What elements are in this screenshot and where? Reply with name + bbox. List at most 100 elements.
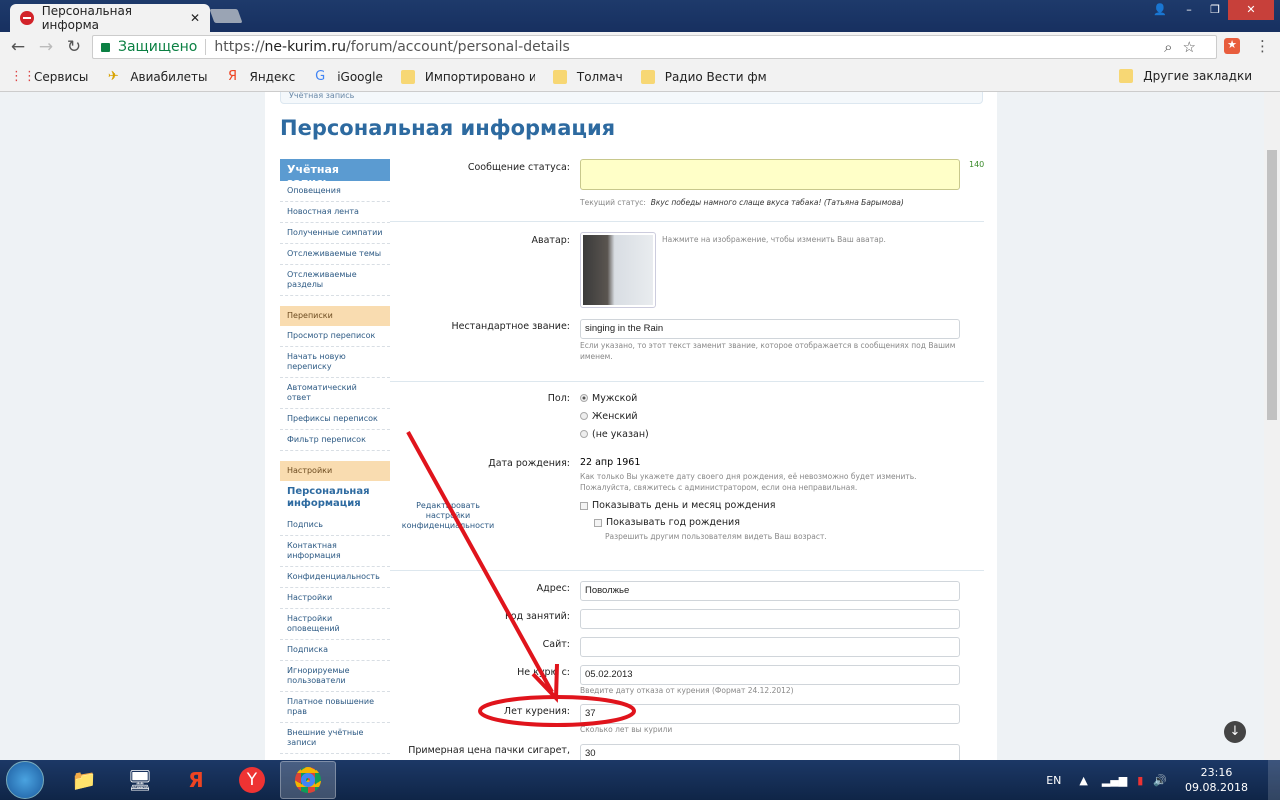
volume-icon[interactable]: 🔊 xyxy=(1153,774,1167,787)
chrome-icon[interactable] xyxy=(280,761,336,799)
sidebar-item[interactable]: Новостная лента xyxy=(280,202,390,223)
address-bar[interactable]: Защищено https:// ne-kurim.ru /forum/acc… xyxy=(92,35,1217,59)
sidebar-item[interactable]: Подпись xyxy=(280,515,390,536)
browser-titlebar: Персональная информа ✕ 👤 – ❐ ✕ xyxy=(0,0,1280,32)
user-icon[interactable]: 👤 xyxy=(1148,0,1172,20)
maximize-button[interactable]: ❐ xyxy=(1202,0,1228,20)
sidebar-item[interactable]: Фильтр переписок xyxy=(280,430,390,451)
sidebar-item[interactable]: Отслеживаемые разделы xyxy=(280,265,390,296)
sidebar-item[interactable]: Контактная информация xyxy=(280,536,390,567)
forward-icon[interactable]: → xyxy=(32,37,60,57)
breadcrumb[interactable]: Учётная запись xyxy=(280,92,983,104)
radio-label: (не указан) xyxy=(592,428,649,440)
sidebar-section-header[interactable]: Настройки xyxy=(280,461,390,481)
sidebar-item[interactable]: Настройки xyxy=(280,588,390,609)
start-button[interactable] xyxy=(6,761,44,799)
quit-date-label: Не курю с: xyxy=(517,667,570,678)
sidebar-item[interactable]: Отслеживаемые темы xyxy=(280,244,390,265)
minimize-button[interactable]: – xyxy=(1176,0,1202,20)
show-year-checkbox[interactable]: Показывать год рождения xyxy=(594,517,740,528)
url-host: ne-kurim.ru xyxy=(264,39,346,55)
bookmark-label: Толмач xyxy=(576,69,623,84)
sidebar-item[interactable]: Игнорируемые пользователи xyxy=(280,661,390,692)
show-desktop-button[interactable] xyxy=(1268,760,1280,800)
back-icon[interactable]: ← xyxy=(4,37,32,57)
sidebar-item[interactable]: Префиксы переписок xyxy=(280,409,390,430)
sidebar-item[interactable]: Подписка xyxy=(280,640,390,661)
reload-icon[interactable]: ↻ xyxy=(60,37,88,57)
bookmark-item[interactable]: ✈ Авиабилеты xyxy=(106,69,208,84)
sidebar-item[interactable]: Платное повышение прав xyxy=(280,692,390,723)
gender-radio[interactable]: (не указан) xyxy=(580,425,649,443)
computer-icon[interactable]: 🖥 xyxy=(112,761,168,799)
avatar-image[interactable] xyxy=(580,232,656,308)
clock[interactable]: 23:16 09.08.2018 xyxy=(1185,765,1248,795)
browser-toolbar: ← → ↻ Защищено https:// ne-kurim.ru /for… xyxy=(0,32,1280,62)
page-scrollbar[interactable] xyxy=(1264,92,1280,760)
browser-tab[interactable]: Персональная информа ✕ xyxy=(10,4,210,32)
yandex-icon[interactable]: Я xyxy=(168,761,224,799)
gender-label: Пол: xyxy=(547,393,570,404)
yandex-browser-icon[interactable]: Y xyxy=(224,761,280,799)
sidebar-item[interactable]: Автоматический ответ xyxy=(280,378,390,409)
smoking-years-input[interactable] xyxy=(580,703,960,724)
birthdate-value: 22 апр 1961 xyxy=(580,457,641,468)
current-status-label: Текущий статус: xyxy=(580,198,646,207)
star-icon[interactable]: ☆ xyxy=(1183,38,1206,56)
privacy-settings-link[interactable]: Редактировать настройки конфиденциальнос… xyxy=(393,501,503,531)
sidebar-item[interactable]: Просмотр переписок xyxy=(280,326,390,347)
quit-date-input[interactable] xyxy=(580,664,960,685)
menu-icon[interactable]: ⋮ xyxy=(1255,37,1270,55)
yandex-icon: Я xyxy=(227,68,237,84)
sidebar-section-header[interactable]: Переписки xyxy=(280,306,390,326)
new-tab-button[interactable] xyxy=(209,9,243,23)
bookmark-item[interactable]: Я Яндекс xyxy=(225,68,295,84)
network-icon[interactable]: ▂▄▆ xyxy=(1102,774,1127,787)
bookmark-item[interactable]: Радио Вести фм xyxy=(640,69,767,84)
website-input[interactable] xyxy=(580,636,960,657)
pack-price-label: Примерная цена пачки сигарет, xyxy=(408,745,570,756)
smoking-years-label: Лет курения: xyxy=(503,706,570,717)
gender-radio[interactable]: Мужской xyxy=(580,389,649,407)
smoking-years-hint: Сколько лет вы курили xyxy=(580,725,673,734)
zoom-icon[interactable]: ⌕ xyxy=(1164,38,1182,56)
bookmark-label: iGoogle xyxy=(337,69,383,84)
sidebar-item[interactable]: Настройки оповещений xyxy=(280,609,390,640)
status-textarea[interactable] xyxy=(580,159,960,190)
current-status: Вкус победы намного слаще вкуса табака! … xyxy=(650,198,904,207)
show-hidden-icons[interactable]: ▲ xyxy=(1079,774,1087,787)
tab-close-icon[interactable]: ✕ xyxy=(190,11,200,25)
language-indicator[interactable]: EN xyxy=(1046,774,1061,787)
pack-price-input[interactable] xyxy=(580,743,960,760)
scroll-down-icon[interactable]: ↓ xyxy=(1224,721,1246,743)
sidebar-section-header[interactable]: Учётная запись xyxy=(280,159,390,189)
show-daymonth-checkbox[interactable]: Показывать день и месяц рождения xyxy=(580,500,775,511)
windows-taskbar: 📁 🖥 Я Y EN ▲ ▂▄▆ ▮ 🔊 23:16 09.08.2018 xyxy=(0,760,1280,800)
sidebar-item[interactable]: Начать новую переписку xyxy=(280,347,390,378)
bookmark-item[interactable]: Толмач xyxy=(552,69,623,84)
address-input[interactable] xyxy=(580,580,960,601)
sidebar-item[interactable]: Персональная информация xyxy=(280,481,390,515)
lock-icon xyxy=(101,42,110,52)
page-content: Учётная запись Персональная информация У… xyxy=(265,92,997,760)
gender-radio[interactable]: Женский xyxy=(580,407,649,425)
birthdate-label: Дата рождения: xyxy=(488,458,570,469)
secure-label: Защищено xyxy=(118,39,207,55)
explorer-icon[interactable]: 📁 xyxy=(56,761,112,799)
bookmark-other[interactable]: Другие закладки xyxy=(1119,69,1252,83)
occupation-input[interactable] xyxy=(580,608,960,629)
apps-icon: ⋮⋮ xyxy=(10,68,36,84)
sidebar-item[interactable]: Конфиденциальность xyxy=(280,567,390,588)
site-favicon-icon xyxy=(20,11,34,25)
bookmark-item[interactable]: Импортировано из xyxy=(400,69,535,84)
close-window-button[interactable]: ✕ xyxy=(1228,0,1274,20)
scrollbar-thumb[interactable] xyxy=(1267,150,1277,420)
custom-title-input[interactable] xyxy=(580,318,960,339)
extension-icon[interactable]: ★ xyxy=(1224,38,1240,54)
bookmark-item[interactable]: ⋮⋮ Сервисы xyxy=(10,68,88,84)
sidebar-item[interactable]: Внешние учётные записи xyxy=(280,723,390,754)
bookmark-item[interactable]: GiGoogle xyxy=(313,69,383,84)
power-icon[interactable]: ▮ xyxy=(1137,774,1143,787)
account-sidebar: Учётная запись Оповещения Новостная лента П… xyxy=(280,159,390,760)
sidebar-item[interactable]: Полученные симпатии xyxy=(280,223,390,244)
